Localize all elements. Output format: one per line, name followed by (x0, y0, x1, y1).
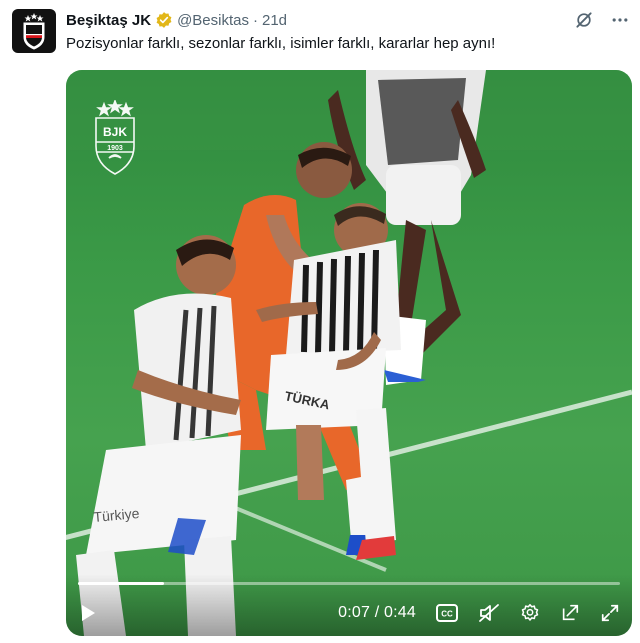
video-controls: 0:07 / 0:44 CC (66, 574, 632, 636)
author-name[interactable]: Beşiktaş JK (66, 12, 151, 29)
crest-letters: BJK (103, 125, 127, 139)
besiktas-crest-icon (23, 13, 45, 50)
time-readout: 0:07 / 0:44 (338, 604, 416, 622)
fullscreen-icon[interactable] (600, 603, 620, 623)
avatar[interactable] (12, 9, 56, 53)
tweet-timestamp[interactable]: 21d (262, 12, 287, 29)
more-icon[interactable] (610, 10, 630, 30)
progress-fill (78, 582, 165, 585)
tweet-header: Beşiktaş JK @Besiktas · 21d (66, 8, 630, 32)
verified-badge-icon[interactable] (155, 11, 173, 29)
separator-dot: · (252, 11, 258, 29)
play-icon[interactable] (80, 604, 96, 622)
elapsed-time: 0:07 (338, 604, 371, 621)
total-duration: 0:44 (384, 604, 416, 621)
progress-bar[interactable] (78, 582, 620, 585)
captions-icon[interactable]: CC (436, 604, 458, 622)
crest-year: 1903 (107, 145, 123, 152)
svg-text:CC: CC (441, 610, 453, 619)
tweet-text: Pozisyonlar farklı, sezonlar farklı, isi… (66, 35, 496, 52)
grok-icon[interactable] (574, 10, 594, 30)
control-row: 0:07 / 0:44 CC (80, 600, 620, 626)
author-handle[interactable]: @Besiktas (177, 12, 249, 29)
video-frame: TÜRKA Türkiye (66, 70, 632, 636)
pop-out-icon[interactable] (560, 603, 580, 623)
settings-icon[interactable] (520, 603, 540, 623)
time-separator: / (370, 604, 385, 621)
video-player[interactable]: TÜRKA Türkiye BJK 1903 0:07 / 0:44 CC (66, 70, 632, 636)
mute-icon[interactable] (478, 603, 500, 623)
besiktas-watermark-icon: BJK 1903 (95, 98, 135, 175)
besiktas-watermark: BJK 1903 (92, 98, 138, 181)
